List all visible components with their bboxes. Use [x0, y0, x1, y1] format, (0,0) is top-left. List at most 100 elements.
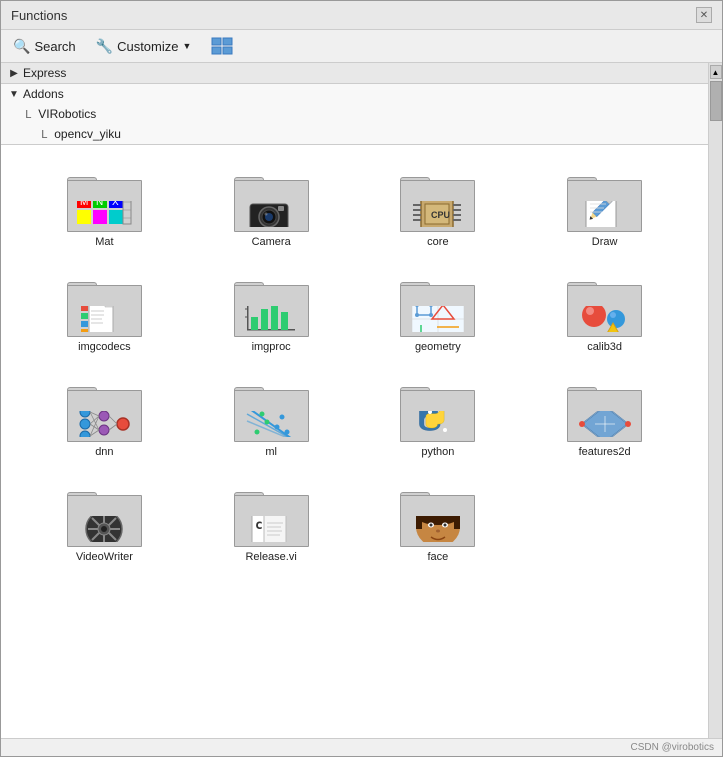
toolbar: 🔍 Search 🔧 Customize ▼ [1, 30, 722, 63]
icon-item-ml[interactable]: ml [188, 365, 355, 470]
icon-item-draw[interactable]: Draw [521, 155, 688, 260]
ml-svg [242, 411, 300, 437]
icon-item-dnn[interactable]: dnn [21, 365, 188, 470]
imgproc-svg [242, 306, 300, 332]
icon-item-face[interactable]: face [355, 470, 522, 575]
svg-text:N: N [96, 201, 103, 208]
camera-svg [242, 201, 300, 227]
folder-camera [234, 167, 309, 232]
scrollbar-thumb[interactable] [710, 81, 722, 121]
tree-label-virobotics: VIRobotics [38, 107, 96, 121]
search-label: Search [34, 39, 75, 54]
palette-view-button[interactable] [207, 35, 237, 57]
tree-arrow-addons: ▼ [7, 87, 21, 101]
folder-geometry [400, 272, 475, 337]
mat-svg: M N X [75, 201, 133, 227]
main-panel: ▶ Express ▼ Addons L VIRobotics L opencv… [1, 63, 708, 738]
dnn-svg [75, 411, 133, 437]
icon-label-draw: Draw [592, 236, 618, 248]
icon-label-camera: Camera [252, 236, 291, 248]
search-icon: 🔍 [13, 38, 30, 55]
bottom-bar: CSDN @virobotics [1, 738, 722, 756]
icon-item-release[interactable]: c [188, 470, 355, 575]
title-bar: Functions ✕ [1, 1, 722, 30]
tree-row-addons[interactable]: ▼ Addons [1, 84, 708, 104]
folder-core: CPU [400, 167, 475, 232]
tree-arrow-express: ▶ [7, 66, 21, 80]
icon-label-core: core [427, 236, 448, 248]
dropdown-arrow-icon: ▼ [183, 41, 192, 51]
icon-label-python: python [421, 446, 454, 458]
icon-label-videowriter: VideoWriter [76, 551, 133, 563]
icon-item-core[interactable]: CPU core [355, 155, 522, 260]
icon-item-videowriter[interactable]: VideoWriter [21, 470, 188, 575]
calib3d-svg [576, 306, 634, 332]
svg-text:c: c [255, 518, 263, 533]
window-title: Functions [11, 8, 67, 23]
icon-item-calib3d[interactable]: calib3d [521, 260, 688, 365]
icon-item-mat[interactable]: M N X [21, 155, 188, 260]
functions-window: Functions ✕ 🔍 Search 🔧 Customize ▼ [0, 0, 723, 757]
folder-mat: M N X [67, 167, 142, 232]
tree-label-addons: Addons [23, 87, 64, 101]
close-button[interactable]: ✕ [696, 7, 712, 23]
draw-svg [576, 201, 634, 227]
folder-release: c [234, 482, 309, 547]
tree-section: ▶ Express [1, 63, 708, 84]
svg-text:CPU: CPU [431, 210, 450, 220]
release-svg: c [242, 516, 300, 542]
folder-face [400, 482, 475, 547]
folder-videowriter [67, 482, 142, 547]
icon-item-geometry[interactable]: geometry [355, 260, 522, 365]
tree-label-opencv: opencv_yiku [54, 127, 121, 141]
icon-item-imgcodecs[interactable]: imgcodecs [21, 260, 188, 365]
icon-label-calib3d: calib3d [587, 341, 622, 353]
wrench-icon: 🔧 [96, 38, 113, 55]
icon-item-camera[interactable]: Camera [188, 155, 355, 260]
tree-row-opencv[interactable]: L opencv_yiku [1, 124, 708, 144]
videowriter-svg [75, 516, 133, 542]
icon-label-geometry: geometry [415, 341, 461, 353]
icon-item-python[interactable]: python [355, 365, 522, 470]
icon-item-features2d[interactable]: features2d [521, 365, 688, 470]
watermark-text: CSDN @virobotics [630, 742, 714, 753]
icon-label-mat: Mat [95, 236, 113, 248]
folder-draw [567, 167, 642, 232]
core-svg: CPU [409, 201, 467, 227]
folder-ml [234, 377, 309, 442]
icon-label-features2d: features2d [579, 446, 631, 458]
tree-indent-opencv: L [41, 128, 54, 141]
scrollbar[interactable]: ▲ [708, 63, 722, 738]
folder-imgproc [234, 272, 309, 337]
python-svg [409, 411, 467, 437]
palette-icon [211, 37, 233, 55]
icon-item-imgproc[interactable]: imgproc [188, 260, 355, 365]
icon-label-ml: ml [265, 446, 277, 458]
tree-label-express: Express [23, 66, 66, 80]
icon-label-release: Release.vi [245, 551, 296, 563]
folder-features2d [567, 377, 642, 442]
folder-python [400, 377, 475, 442]
tree-row-express[interactable]: ▶ Express [1, 63, 708, 83]
svg-text:X: X [112, 201, 119, 208]
icon-label-imgproc: imgproc [252, 341, 291, 353]
icon-label-dnn: dnn [95, 446, 113, 458]
icon-label-face: face [427, 551, 448, 563]
face-svg [409, 516, 467, 542]
content-area: ▶ Express ▼ Addons L VIRobotics L opencv… [1, 63, 722, 738]
folder-calib3d [567, 272, 642, 337]
search-button[interactable]: 🔍 Search [9, 36, 80, 57]
tree-addons-section: ▼ Addons L VIRobotics L opencv_yiku [1, 84, 708, 145]
folder-dnn [67, 377, 142, 442]
icon-grid: M N X [1, 145, 708, 585]
customize-button[interactable]: 🔧 Customize ▼ [92, 36, 196, 57]
scroll-up-button[interactable]: ▲ [710, 65, 722, 79]
svg-text:M: M [80, 201, 88, 208]
tree-indent-virobotics: L [25, 108, 38, 121]
customize-label: Customize [117, 39, 178, 54]
icon-label-imgcodecs: imgcodecs [78, 341, 131, 353]
features2d-svg [576, 411, 634, 437]
folder-imgcodecs [67, 272, 142, 337]
imgcodecs-svg [75, 306, 133, 332]
tree-row-virobotics[interactable]: L VIRobotics [1, 104, 708, 124]
